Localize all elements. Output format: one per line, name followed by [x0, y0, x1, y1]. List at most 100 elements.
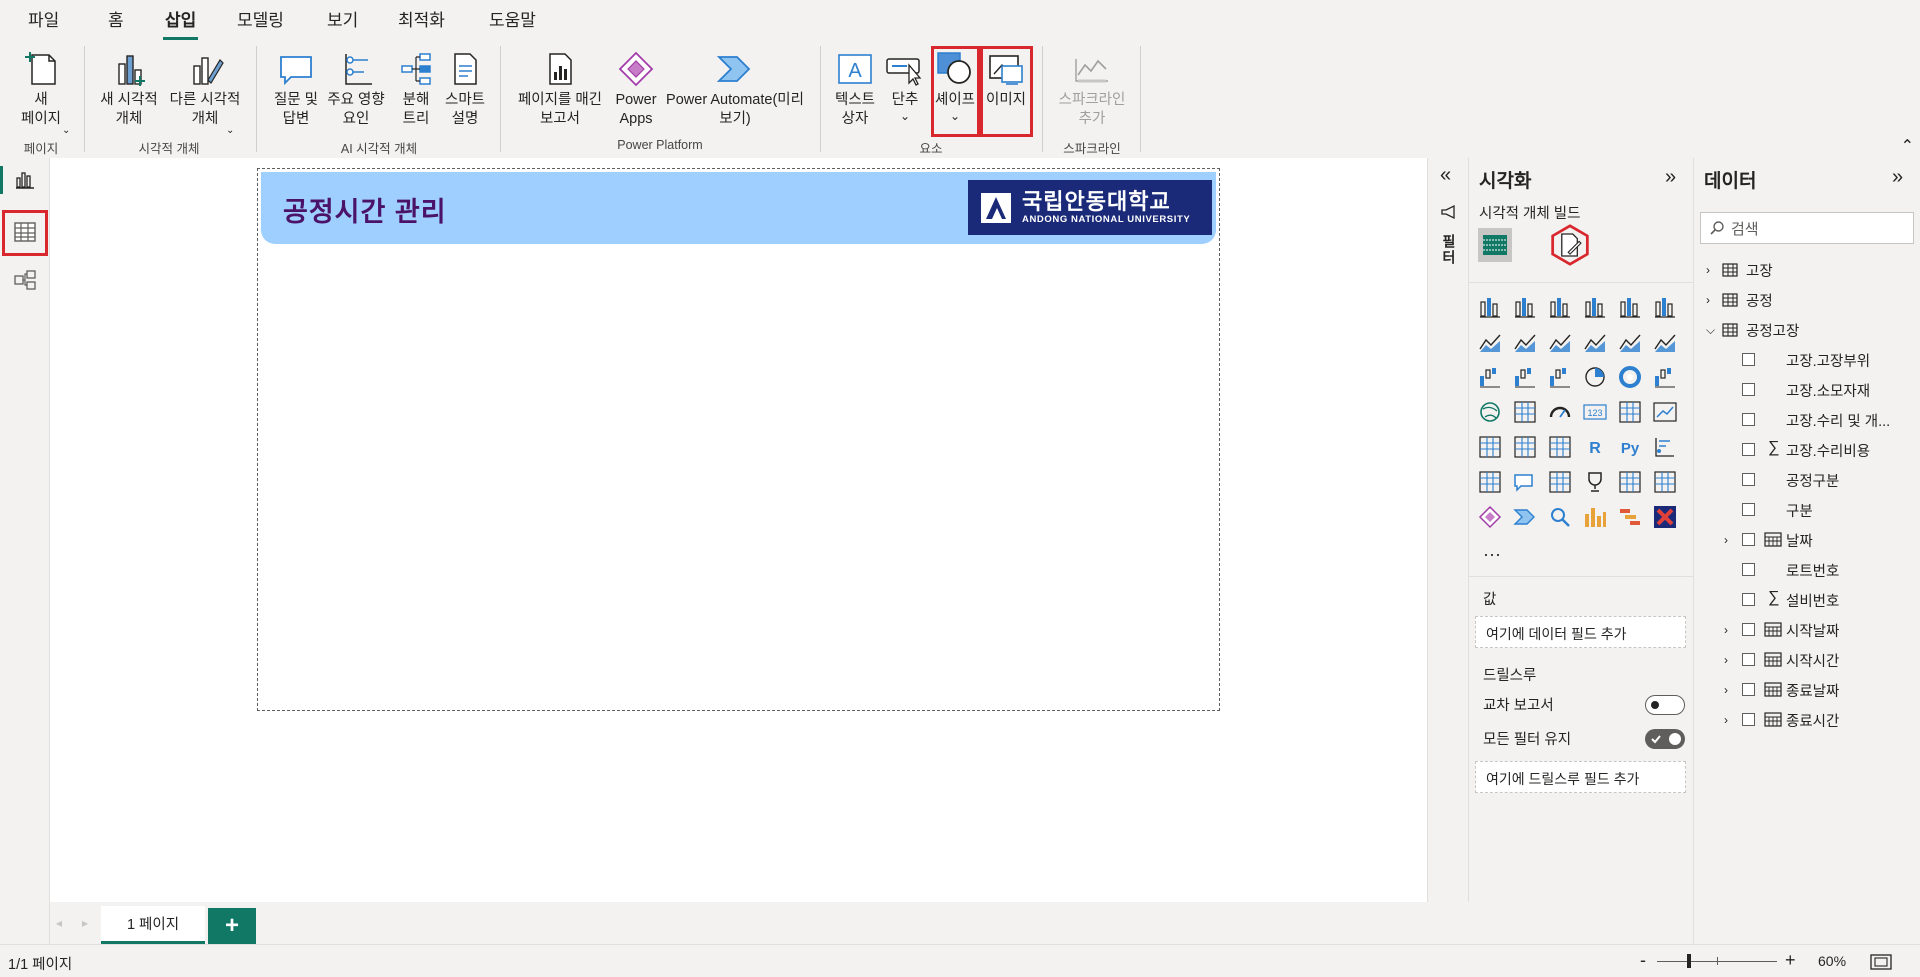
- card-icon[interactable]: 123: [1582, 399, 1608, 425]
- scatter-chart-icon[interactable]: [1547, 364, 1573, 390]
- page-tab[interactable]: 1 페이지: [101, 906, 205, 944]
- title-banner[interactable]: 공정시간 관리 국립안동대학교 ANDONG NATIONAL UNIVERSI…: [261, 172, 1216, 244]
- power-automate-button[interactable]: Power Automate(미리 보기): [662, 48, 808, 129]
- field-row[interactable]: 고장.소모자재: [1694, 378, 1920, 402]
- heatmap-custom-icon[interactable]: [1652, 504, 1678, 530]
- field-row[interactable]: 로트번호: [1694, 558, 1920, 582]
- gauge-icon[interactable]: [1547, 399, 1573, 425]
- drillthrough-drop-zone[interactable]: 여기에 드릴스루 필드 추가: [1475, 761, 1686, 793]
- field-row[interactable]: 고장.수리 및 개...: [1694, 408, 1920, 432]
- decomposition-tree-button[interactable]: 분해 트리: [392, 48, 440, 129]
- field-row[interactable]: 고장.고장부위: [1694, 348, 1920, 372]
- data-search-input[interactable]: 검색: [1700, 212, 1914, 244]
- chevron-down-icon[interactable]: ⌵: [1706, 323, 1715, 338]
- bar-chart-custom-icon[interactable]: [1582, 504, 1608, 530]
- zoom-slider-thumb[interactable]: [1687, 954, 1691, 968]
- chevron-right-icon[interactable]: ›: [1706, 263, 1710, 277]
- line-clustered-column-chart-icon[interactable]: [1582, 329, 1608, 355]
- field-checkbox[interactable]: [1742, 683, 1755, 696]
- add-page-button[interactable]: +: [208, 908, 256, 944]
- expand-filters-icon[interactable]: «: [1440, 164, 1451, 187]
- map-icon[interactable]: [1477, 399, 1503, 425]
- chevron-right-icon[interactable]: ›: [1706, 293, 1710, 307]
- report-page[interactable]: 공정시간 관리 국립안동대학교 ANDONG NATIONAL UNIVERSI…: [257, 168, 1220, 711]
- matrix-icon[interactable]: [1547, 434, 1573, 460]
- line-chart-icon[interactable]: [1477, 329, 1503, 355]
- python-visual-icon[interactable]: Py: [1617, 434, 1643, 460]
- field-row[interactable]: › 종료시간: [1694, 708, 1920, 732]
- more-visuals-button[interactable]: ···: [1483, 544, 1501, 565]
- filters-pane-collapsed[interactable]: « 필터: [1427, 158, 1469, 902]
- cross-report-toggle[interactable]: [1645, 695, 1685, 715]
- kpi-icon[interactable]: [1652, 399, 1678, 425]
- field-row[interactable]: ∑ 고장.수리비용: [1694, 438, 1920, 462]
- table-process-failure[interactable]: ⌵ 공정고장: [1694, 318, 1920, 342]
- chevron-right-icon[interactable]: ›: [1724, 623, 1728, 637]
- field-checkbox[interactable]: [1742, 503, 1755, 516]
- chevron-right-icon[interactable]: ›: [1724, 713, 1728, 727]
- search-icon[interactable]: [1547, 504, 1573, 530]
- field-checkbox[interactable]: [1742, 563, 1755, 576]
- report-view-button[interactable]: [6, 162, 44, 200]
- other-visual-button[interactable]: 다른 시각적 개체 ⌄: [166, 48, 244, 136]
- menu-optimize[interactable]: 최적화: [398, 6, 445, 31]
- add-sparkline-button[interactable]: 스파크라인 추가: [1050, 48, 1134, 129]
- table-factory-failure[interactable]: › 고장: [1694, 258, 1920, 282]
- waterfall-chart-icon[interactable]: [1477, 364, 1503, 390]
- 100-stacked-column-chart-icon[interactable]: [1652, 294, 1678, 320]
- decomposition-tree-icon[interactable]: [1477, 469, 1503, 495]
- collapse-visualizations-icon[interactable]: »: [1665, 166, 1676, 189]
- zoom-level[interactable]: 60%: [1818, 953, 1846, 969]
- area-chart-icon[interactable]: [1512, 329, 1538, 355]
- zoom-in-button[interactable]: +: [1785, 950, 1796, 971]
- field-checkbox[interactable]: [1742, 353, 1755, 366]
- gantt-chart-icon[interactable]: [1617, 504, 1643, 530]
- menu-insert[interactable]: 삽입: [162, 6, 199, 40]
- metrics-icon[interactable]: [1582, 469, 1608, 495]
- field-checkbox[interactable]: [1742, 443, 1755, 456]
- arcgis-map-icon[interactable]: [1652, 469, 1678, 495]
- field-checkbox[interactable]: [1742, 623, 1755, 636]
- prev-page-arrow-icon[interactable]: ◂: [56, 916, 62, 930]
- values-drop-zone[interactable]: 여기에 데이터 필드 추가: [1475, 616, 1686, 648]
- menu-home[interactable]: 홈: [108, 6, 124, 31]
- pie-chart-icon[interactable]: [1582, 364, 1608, 390]
- menu-file[interactable]: 파일: [28, 6, 59, 31]
- 100-stacked-bar-chart-icon[interactable]: [1617, 294, 1643, 320]
- chevron-right-icon[interactable]: ›: [1724, 683, 1728, 697]
- clustered-bar-chart-icon[interactable]: [1547, 294, 1573, 320]
- new-page-button[interactable]: 새 페이지 ⌄: [10, 48, 72, 136]
- megaphone-icon[interactable]: [1440, 204, 1458, 223]
- qna-button[interactable]: 질문 및 답변: [268, 48, 324, 129]
- field-checkbox[interactable]: [1742, 653, 1755, 666]
- donut-chart-icon[interactable]: [1617, 364, 1643, 390]
- field-row[interactable]: 공정구분: [1694, 468, 1920, 492]
- paginated-report-button[interactable]: 페이지를 매긴 보고서: [510, 48, 610, 129]
- menu-view[interactable]: 보기: [327, 6, 358, 31]
- field-checkbox[interactable]: [1742, 713, 1755, 726]
- field-row[interactable]: ∑ 설비번호: [1694, 588, 1920, 612]
- table-process[interactable]: › 공정: [1694, 288, 1920, 312]
- r-script-visual-icon[interactable]: R: [1582, 434, 1608, 460]
- power-apps-icon[interactable]: [1477, 504, 1503, 530]
- line-stacked-column-chart-icon[interactable]: [1617, 329, 1643, 355]
- table-icon[interactable]: [1512, 434, 1538, 460]
- field-checkbox[interactable]: [1742, 593, 1755, 606]
- ribbon-chart-icon[interactable]: [1652, 329, 1678, 355]
- slicer-icon[interactable]: [1477, 434, 1503, 460]
- keep-all-filters-toggle[interactable]: [1645, 729, 1685, 749]
- menu-help[interactable]: 도움말: [489, 6, 536, 31]
- funnel-chart-icon[interactable]: [1512, 364, 1538, 390]
- build-visual-tab[interactable]: [1478, 228, 1512, 262]
- zoom-out-button[interactable]: -: [1640, 950, 1646, 971]
- fit-to-page-icon[interactable]: [1870, 954, 1892, 973]
- smart-narrative-icon[interactable]: [1547, 469, 1573, 495]
- model-view-button[interactable]: [6, 262, 44, 300]
- field-checkbox[interactable]: [1742, 533, 1755, 546]
- field-checkbox[interactable]: [1742, 383, 1755, 396]
- field-row[interactable]: › 시작날짜: [1694, 618, 1920, 642]
- collapse-data-icon[interactable]: »: [1892, 166, 1903, 189]
- field-checkbox[interactable]: [1742, 473, 1755, 486]
- key-influencers-icon[interactable]: [1652, 434, 1678, 460]
- next-page-arrow-icon[interactable]: ▸: [82, 916, 88, 930]
